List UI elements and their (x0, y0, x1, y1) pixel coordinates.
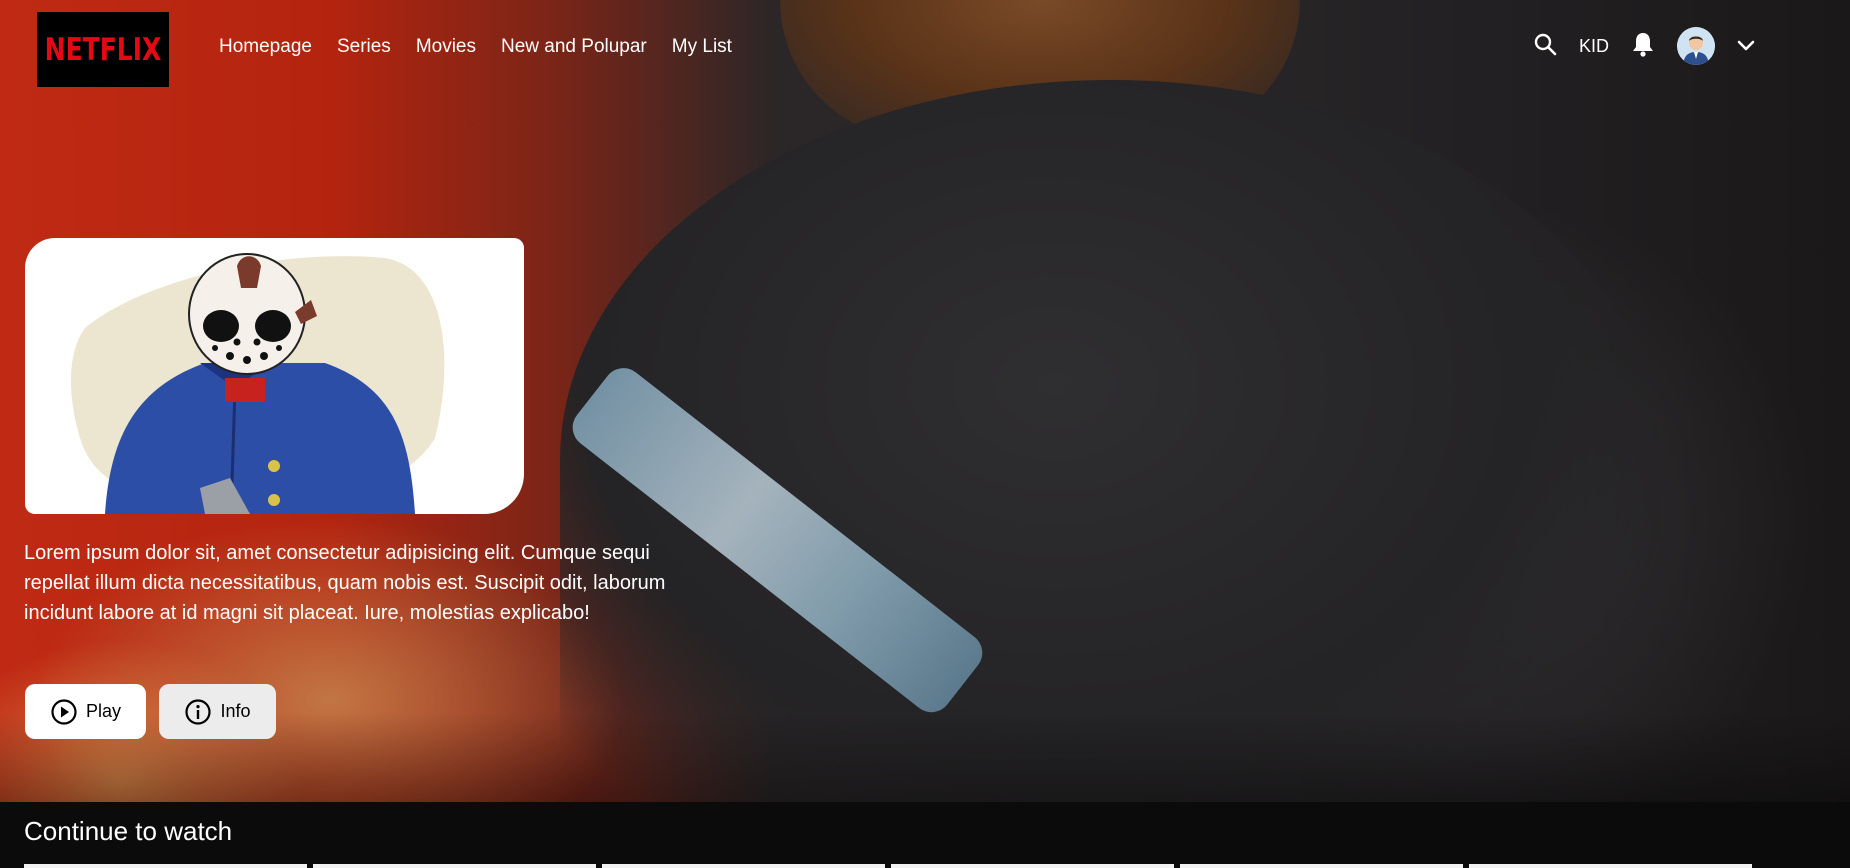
continue-watching-row (24, 864, 1758, 868)
play-label: Play (85, 701, 121, 721)
nav-item-my-list[interactable]: My List (672, 36, 732, 58)
avatar[interactable] (1677, 27, 1715, 65)
nav-item-new-and-popular[interactable]: New and Polupar (501, 36, 647, 58)
info-icon (185, 698, 212, 725)
continue-watching-tile[interactable] (313, 864, 596, 868)
continue-watching-section: Continue to watch (0, 802, 1850, 868)
nav-item-series[interactable]: Series (337, 36, 391, 58)
continue-watching-tile[interactable] (1180, 864, 1463, 868)
featured-description: Lorem ipsum dolor sit, amet consectetur … (24, 542, 666, 624)
play-icon (51, 698, 77, 725)
continue-watching-tile[interactable] (602, 864, 885, 868)
play-button[interactable]: Play (25, 684, 146, 739)
continue-watching-tile[interactable] (24, 864, 307, 868)
bell-icon[interactable] (1631, 31, 1655, 61)
kids-profile-link[interactable]: KID (1579, 36, 1609, 57)
main-nav: Homepage Series Movies New and Polupar M… (219, 36, 732, 58)
section-title: Continue to watch (24, 816, 233, 846)
netflix-logo[interactable]: NETFLIX (37, 12, 169, 87)
featured-illustration (70, 253, 445, 514)
search-icon[interactable] (1533, 32, 1557, 60)
header-tools: KID (1511, 27, 1755, 65)
backdrop-hoodie (560, 80, 1660, 802)
nav-item-movies[interactable]: Movies (416, 36, 476, 58)
featured-title-art (25, 238, 524, 514)
continue-watching-tile[interactable] (891, 864, 1174, 868)
continue-watching-tile[interactable] (1469, 864, 1752, 868)
info-label: Info (220, 701, 251, 721)
nav-item-homepage[interactable]: Homepage (219, 36, 312, 58)
logo-text: NETFLIX (44, 31, 162, 68)
chevron-down-icon[interactable] (1737, 37, 1755, 56)
backdrop-shade (0, 712, 1850, 802)
info-button[interactable]: Info (159, 684, 276, 739)
